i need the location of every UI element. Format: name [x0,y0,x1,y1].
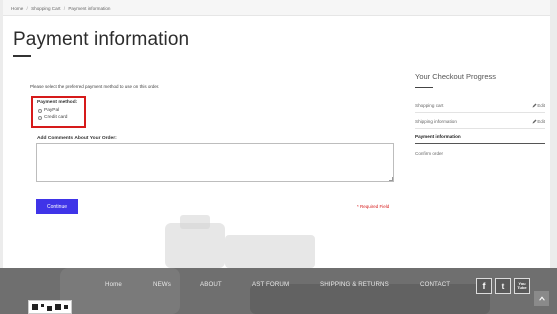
edit-label: Edit [537,102,545,108]
qr-code-logo [28,300,72,314]
progress-step-label: Payment information [415,134,461,139]
footer-link-ast-forum[interactable]: AST FORUM [252,281,289,288]
edit-shipping-info-link[interactable]: Edit [532,119,545,124]
progress-step-payment-info: Payment information [415,130,545,144]
paypal-radio[interactable] [38,108,42,113]
comments-label: Add Comments About Your Order: [37,136,117,141]
breadcrumb-cart-link[interactable]: Shopping Cart [31,6,60,11]
twitter-icon[interactable]: t [495,278,511,294]
progress-step-shipping-info: Shipping information Edit [415,115,545,129]
paypal-option[interactable]: PayPal [38,108,59,113]
paypal-label: PayPal [44,108,60,113]
payment-intro-text: Please select the preferred payment meth… [30,84,160,89]
footer-link-shipping-returns[interactable]: SHIPPING & RETURNS [320,281,389,288]
footer-link-contact[interactable]: CONTACT [420,281,450,288]
progress-step-label: Shipping information [415,119,457,124]
breadcrumb-separator: / [26,6,28,11]
payment-method-title: Payment method: [37,100,78,105]
edit-label: Edit [537,118,545,124]
progress-step-label: Shopping cart [415,103,444,108]
main-content-card: Home / Shopping Cart / Payment informati… [3,0,550,268]
required-field-note: * Required Field [357,204,390,209]
progress-step-shopping-cart: Shopping cart Edit [415,99,545,113]
page-title: Payment information [13,29,190,50]
breadcrumb-current: Payment information [68,6,111,11]
chevron-up-icon [538,296,545,301]
breadcrumb-separator: / [63,6,66,11]
site-footer: Home NEWs ABOUT AST FORUM SHIPPING & RET… [0,268,557,314]
credit-card-option[interactable]: Credit card [38,115,67,120]
footer-link-about[interactable]: ABOUT [200,281,222,288]
footer-nav: Home NEWs ABOUT AST FORUM SHIPPING & RET… [0,281,557,295]
footer-link-home[interactable]: Home [105,281,122,288]
breadcrumb-home-link[interactable]: Home [11,6,23,11]
edit-shopping-cart-link[interactable]: Edit [532,103,545,108]
footer-link-news[interactable]: NEWs [153,281,171,288]
facebook-icon[interactable]: f [476,278,492,294]
textarea-resize-handle[interactable] [389,177,393,181]
breadcrumb: Home / Shopping Cart / Payment informati… [3,0,550,16]
order-comments-textarea[interactable] [36,143,394,182]
scroll-to-top-button[interactable] [534,291,549,306]
progress-step-confirm-order: Confirm order [415,146,545,160]
youtube-glyph: You Tube [517,281,527,290]
twitter-glyph: t [501,281,505,291]
continue-button[interactable]: Continue [36,199,78,214]
title-underline [13,55,31,57]
checkout-progress-underline [415,87,433,88]
credit-card-radio[interactable] [38,115,42,120]
payment-method-box: Payment method: PayPal Credit card [31,96,86,128]
youtube-icon[interactable]: You Tube [514,278,530,294]
progress-step-label: Confirm order [415,150,444,156]
credit-card-label: Credit card [44,115,68,120]
facebook-glyph: f [482,281,486,291]
checkout-progress-title: Your Checkout Progress [415,72,497,81]
